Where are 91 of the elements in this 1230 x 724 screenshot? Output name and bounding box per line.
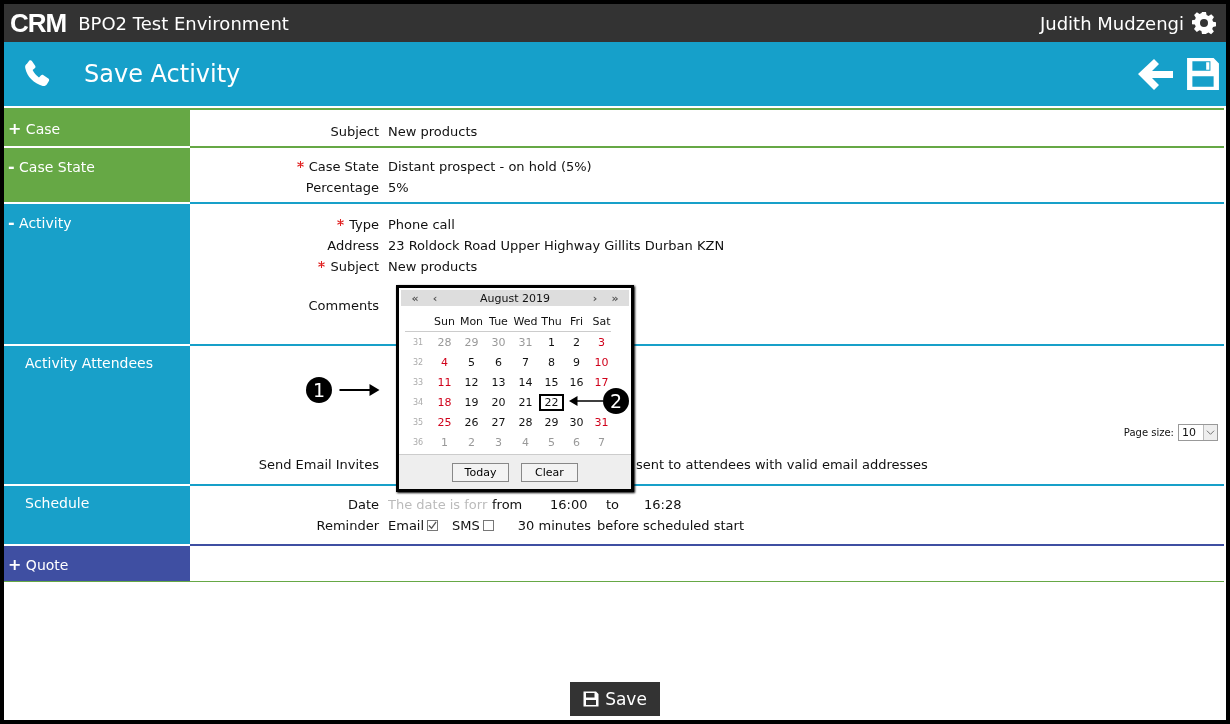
page-title: Save Activity <box>84 60 241 88</box>
sms-label: SMS <box>452 518 480 533</box>
next-month-button[interactable]: › <box>585 291 605 305</box>
field-value: New products <box>388 123 478 139</box>
email-checkbox[interactable] <box>427 520 439 531</box>
field-value: New products <box>388 259 478 274</box>
calendar-day[interactable]: 18 <box>431 393 458 411</box>
calendar-day[interactable]: 16 <box>564 373 589 391</box>
calendar-day[interactable]: 8 <box>539 353 564 371</box>
calendar-day[interactable]: 11 <box>431 373 458 391</box>
calendar-day[interactable]: 12 <box>458 373 485 391</box>
weekday-label: Sun <box>433 315 456 328</box>
field-value: Distant prospect - on hold (5%) <box>388 159 592 174</box>
reminder-note: before scheduled start <box>597 518 744 533</box>
weekday-label: Tue <box>488 315 509 328</box>
calendar-day[interactable]: 26 <box>458 413 485 431</box>
calendar-day[interactable]: 27 <box>485 413 512 431</box>
calendar-day[interactable]: 9 <box>564 353 589 371</box>
field-label: Subject <box>330 123 379 139</box>
weekday-label: Fri <box>568 315 585 328</box>
callout-badge: 1 <box>306 377 332 403</box>
calendar-day[interactable]: 15 <box>539 373 564 391</box>
from-label: from <box>492 497 524 512</box>
calendar-day[interactable]: 22 <box>539 393 564 411</box>
next-year-button[interactable]: » <box>605 291 625 305</box>
calendar-day[interactable]: 2 <box>564 333 589 351</box>
week-number: 35 <box>411 417 425 427</box>
weekday-label: Sat <box>591 315 612 328</box>
field-label: Subject <box>330 259 379 274</box>
field-value: 23 Roldock Road Upper Highway Gillits Durban KZN <box>388 238 725 253</box>
settings-icon[interactable] <box>1192 11 1216 35</box>
field-value: 5% <box>388 180 409 195</box>
save-button[interactable]: Save <box>570 682 660 716</box>
logo: CRM <box>10 10 67 36</box>
end-time[interactable]: 16:28 <box>644 497 700 512</box>
calendar-day[interactable]: 10 <box>589 353 614 371</box>
calendar-day[interactable]: 7 <box>512 353 539 371</box>
field-label: Address <box>327 238 379 253</box>
previous-month-button[interactable]: ‹ <box>425 291 445 305</box>
back-arrow-icon[interactable] <box>1138 58 1174 90</box>
calendar-day[interactable]: 30 <box>564 413 589 431</box>
calendar-day[interactable]: 17 <box>589 373 614 391</box>
reminder-minutes[interactable]: 30 minutes <box>517 518 592 533</box>
start-time[interactable]: 16:00 <box>550 497 606 512</box>
field-label: Comments <box>308 298 379 313</box>
field-label: Send Email Invites <box>258 456 379 472</box>
email-label: Email <box>388 518 425 533</box>
caret-icon <box>1203 424 1217 440</box>
weekday-label: Wed <box>512 315 539 328</box>
field-value: Phone call <box>388 217 455 232</box>
calendar-day[interactable]: 19 <box>458 393 485 411</box>
clear-button[interactable]: Clear <box>521 462 578 482</box>
environment-title: BPO2 Test Environment <box>78 12 289 34</box>
week-number: 33 <box>411 377 425 387</box>
field-label: Percentage <box>305 180 379 195</box>
calendar-day[interactable]: 14 <box>512 373 539 391</box>
calendar-day[interactable]: 5 <box>458 353 485 371</box>
field-label: Case State <box>308 159 379 174</box>
save-icon[interactable] <box>1186 57 1220 91</box>
section-header[interactable]: + Quote <box>4 544 190 581</box>
calendar-day[interactable]: 3 <box>589 333 614 351</box>
calendar-day[interactable]: 4 <box>431 353 458 371</box>
previous-year-button[interactable]: « <box>405 291 425 305</box>
field-label: Type <box>349 217 379 232</box>
user-name[interactable]: Judith Mudzengi <box>1039 12 1184 34</box>
weekday-label: Mon <box>458 315 485 328</box>
calendar-day[interactable]: 31 <box>589 413 614 431</box>
save-icon <box>583 691 600 707</box>
calendar-day[interactable]: 29 <box>539 413 564 431</box>
page-size-label: Page size: <box>1123 426 1174 438</box>
week-number: 36 <box>411 437 425 447</box>
page-size-select[interactable]: 10 <box>1178 423 1218 441</box>
calendar-day[interactable]: 25 <box>431 413 458 431</box>
calendar-day[interactable]: 28 <box>512 413 539 431</box>
calendar-day[interactable]: 13 <box>485 373 512 391</box>
to-label: to <box>606 497 621 512</box>
month-title: August 2019 <box>479 291 551 305</box>
calendar-day[interactable]: 20 <box>485 393 512 411</box>
calendar-day[interactable]: 1 <box>539 333 564 351</box>
week-number: 32 <box>411 357 425 367</box>
field-label: Reminder <box>316 518 379 533</box>
callout-arrow <box>569 395 603 407</box>
sms-checkbox[interactable] <box>482 520 494 531</box>
weekday-label: Thu <box>540 315 563 328</box>
today-button[interactable]: Today <box>452 462 509 482</box>
week-number: 31 <box>411 337 425 347</box>
week-number: 34 <box>411 397 425 407</box>
calendar-day[interactable]: 21 <box>512 393 539 411</box>
field-value: sent to attendees with valid email addresses <box>636 456 928 472</box>
field-label: Date <box>347 497 379 512</box>
calendar-day[interactable]: 6 <box>485 353 512 371</box>
